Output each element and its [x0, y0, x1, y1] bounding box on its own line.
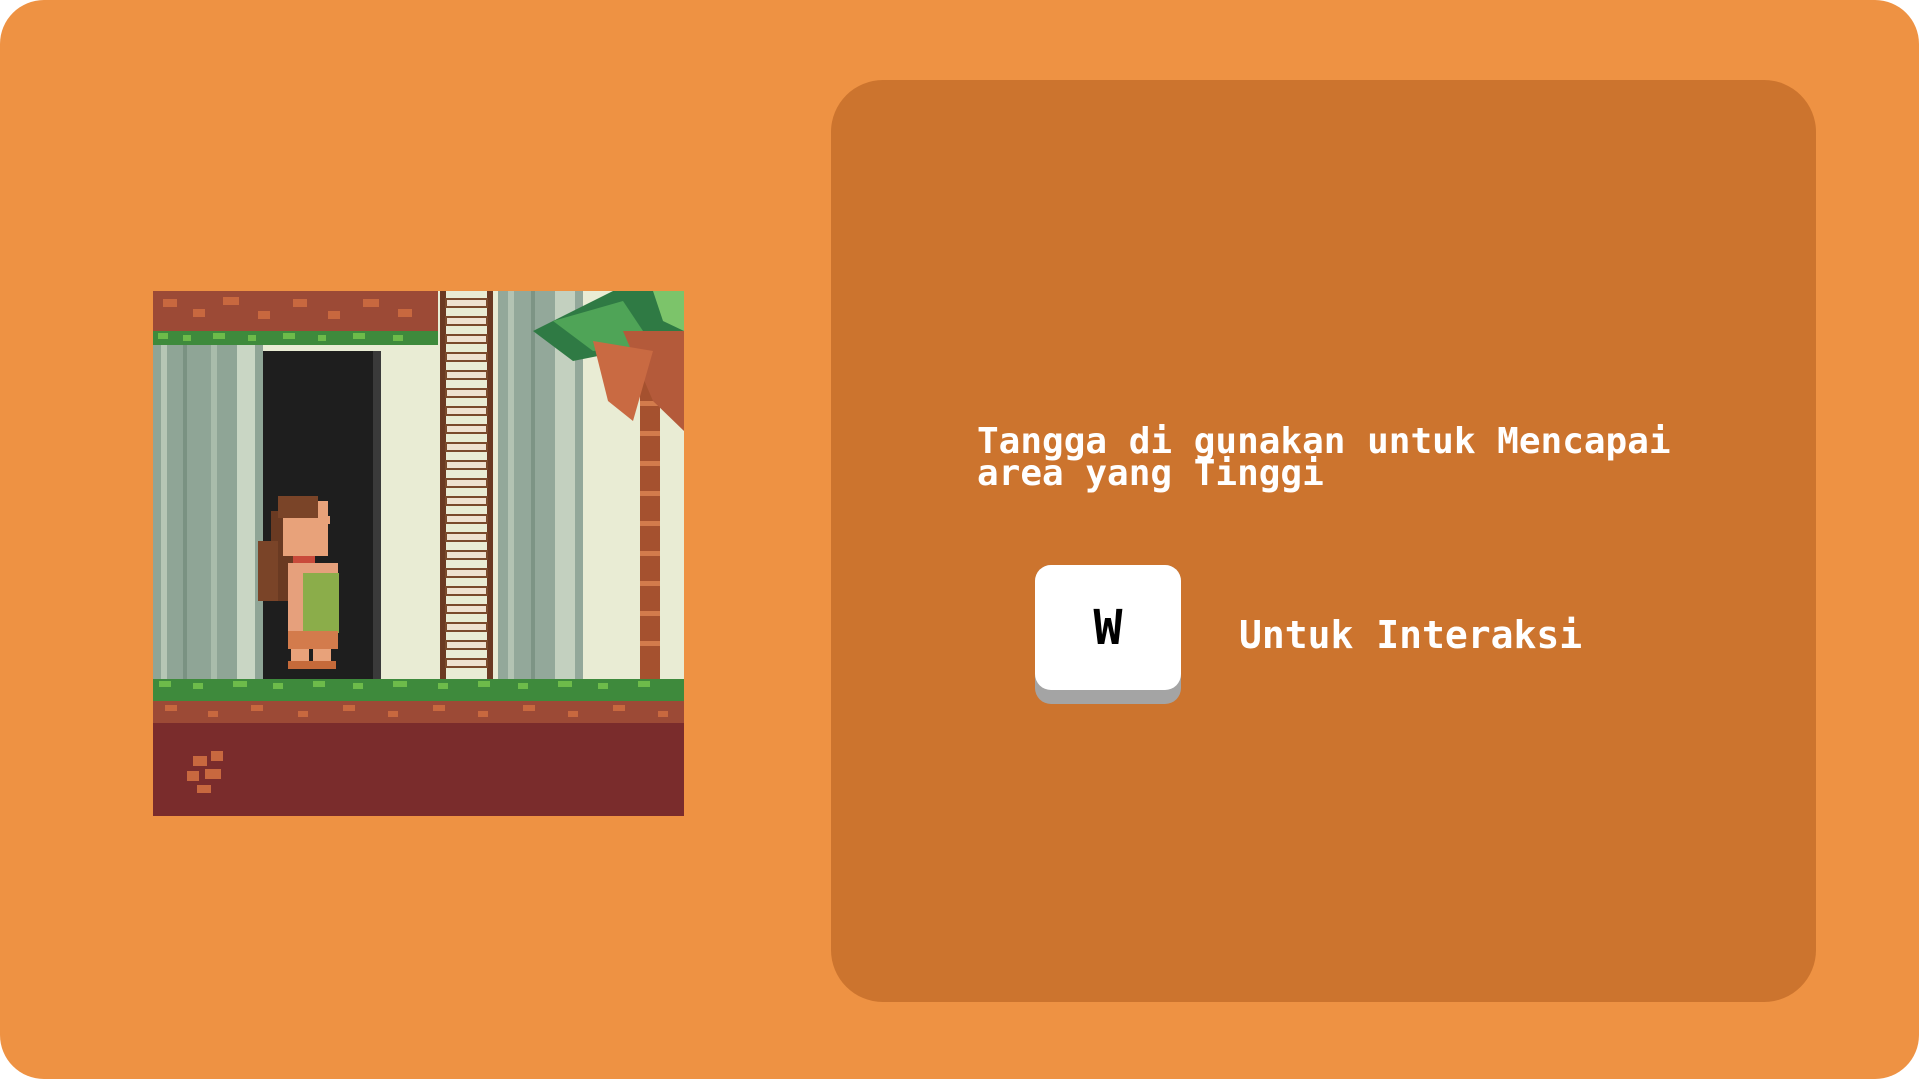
tutorial-screen: Tangga di gunakan untuk Mencapai area ya… [0, 0, 1919, 1079]
tutorial-panel: Tangga di gunakan untuk Mencapai area ya… [831, 80, 1816, 1002]
pixel-art-scene [153, 291, 684, 816]
tutorial-tip-text: Tangga di gunakan untuk Mencapai area ya… [977, 421, 1671, 494]
w-key-button[interactable]: W [1035, 565, 1181, 704]
w-key-cap: W [1035, 565, 1181, 690]
action-hint-text: Untuk Interaksi [1239, 613, 1583, 657]
w-key-label: W [1093, 599, 1123, 656]
ladder-scene-illustration [153, 291, 684, 816]
